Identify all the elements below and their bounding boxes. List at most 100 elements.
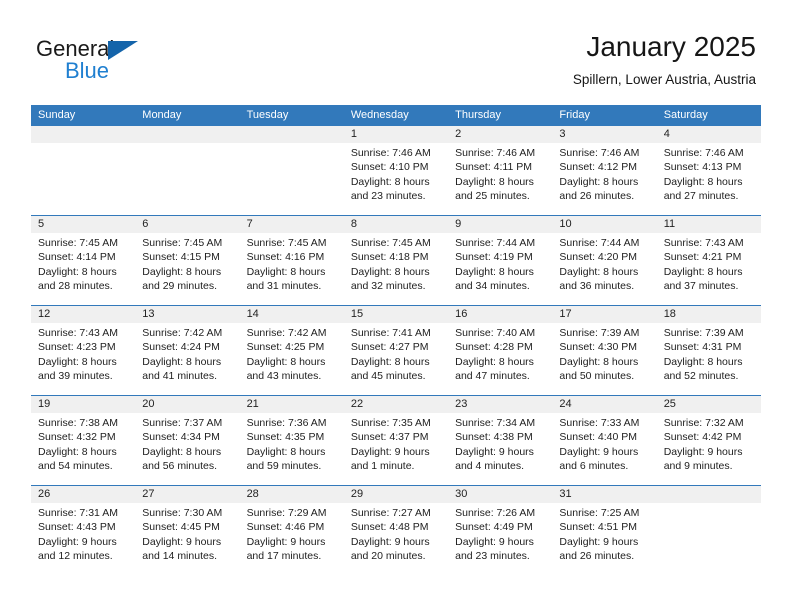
sunset-text: Sunset: 4:11 PM [455,161,532,174]
day-info: Sunrise: 7:46 AM Sunset: 4:10 PM Dayligh… [344,143,448,204]
day-cell[interactable]: 25 Sunrise: 7:32 AM Sunset: 4:42 PM Dayl… [656,396,761,485]
day-info: Sunrise: 7:46 AM Sunset: 4:12 PM Dayligh… [552,143,656,204]
daylight-text-line2: and 14 minutes. [142,550,217,563]
daylight-text-line2: and 36 minutes. [559,280,635,293]
sunrise-text: Sunrise: 7:43 AM [663,237,744,249]
daylight-text-line2: and 52 minutes. [663,370,739,383]
day-cell[interactable]: 14 Sunrise: 7:42 AM Sunset: 4:25 PM Dayl… [239,306,344,395]
sunset-text: Sunset: 4:19 PM [455,251,533,264]
day-cell[interactable]: 17 Sunrise: 7:39 AM Sunset: 4:30 PM Dayl… [552,306,657,395]
day-cell[interactable]: 24 Sunrise: 7:33 AM Sunset: 4:40 PM Dayl… [552,396,657,485]
daylight-text-line2: and 25 minutes. [455,190,530,203]
day-number: 26 [31,486,136,503]
sunrise-text: Sunrise: 7:29 AM [246,507,327,519]
day-cell[interactable]: 22 Sunrise: 7:35 AM Sunset: 4:37 PM Dayl… [343,396,449,485]
day-cell[interactable]: 9 Sunrise: 7:44 AM Sunset: 4:19 PM Dayli… [448,216,553,305]
weekday-header-friday: Friday [559,109,590,121]
sunset-text: Sunset: 4:27 PM [350,341,429,354]
daylight-text-line2: and 47 minutes. [455,370,530,383]
day-cell[interactable]: 31 Sunrise: 7:25 AM Sunset: 4:51 PM Dayl… [552,486,657,575]
day-cell[interactable]: 23 Sunrise: 7:34 AM Sunset: 4:38 PM Dayl… [448,396,553,485]
sunset-text: Sunset: 4:45 PM [142,521,220,534]
day-number: 24 [552,396,657,413]
day-cell[interactable]: 4 Sunrise: 7:46 AM Sunset: 4:13 PM Dayli… [656,126,761,215]
day-cell[interactable]: 20 Sunrise: 7:37 AM Sunset: 4:34 PM Dayl… [135,396,240,485]
day-cell[interactable]: 3 Sunrise: 7:46 AM Sunset: 4:12 PM Dayli… [552,126,657,215]
sunrise-text: Sunrise: 7:25 AM [559,507,640,519]
location-subtitle: Spillern, Lower Austria, Austria [572,72,756,87]
daylight-text-line1: Daylight: 8 hours [142,265,222,278]
day-cell[interactable] [31,126,136,215]
daylight-text-line1: Daylight: 8 hours [142,355,222,368]
sunset-text: Sunset: 4:42 PM [663,431,742,444]
day-number [31,126,136,143]
daylight-text-line1: Daylight: 8 hours [455,175,534,188]
sunset-text: Sunset: 4:14 PM [38,251,116,264]
sunset-text: Sunset: 4:37 PM [350,431,429,444]
day-number: 5 [31,216,136,233]
day-cell[interactable]: 13 Sunrise: 7:42 AM Sunset: 4:24 PM Dayl… [135,306,240,395]
day-info: Sunrise: 7:39 AM Sunset: 4:31 PM Dayligh… [657,323,761,384]
daylight-text-line1: Daylight: 8 hours [142,445,222,458]
daylight-text-line2: and 27 minutes. [663,190,739,203]
page-title: January 2025 [586,31,756,62]
sunrise-text: Sunrise: 7:38 AM [38,417,118,429]
day-cell[interactable]: 19 Sunrise: 7:38 AM Sunset: 4:32 PM Dayl… [31,396,136,485]
day-cell[interactable] [239,126,344,215]
sunset-text: Sunset: 4:35 PM [246,431,325,444]
daylight-text-line1: Daylight: 8 hours [38,445,117,458]
sunset-text: Sunset: 4:43 PM [38,521,116,534]
calendar-page: General Blue January 2025 Spillern, Lowe… [0,0,792,612]
day-info: Sunrise: 7:45 AM Sunset: 4:15 PM Dayligh… [135,233,239,294]
day-number: 14 [239,306,344,323]
day-cell[interactable]: 15 Sunrise: 7:41 AM Sunset: 4:27 PM Dayl… [343,306,449,395]
day-number: 29 [343,486,449,503]
day-cell[interactable]: 29 Sunrise: 7:27 AM Sunset: 4:48 PM Dayl… [343,486,449,575]
daylight-text-line1: Daylight: 9 hours [246,535,326,548]
sunrise-text: Sunrise: 7:44 AM [559,237,640,249]
day-info: Sunrise: 7:33 AM Sunset: 4:40 PM Dayligh… [552,413,656,474]
day-info: Sunrise: 7:44 AM Sunset: 4:20 PM Dayligh… [552,233,656,294]
day-number: 15 [343,306,449,323]
day-cell[interactable]: 16 Sunrise: 7:40 AM Sunset: 4:28 PM Dayl… [448,306,553,395]
sunrise-text: Sunrise: 7:45 AM [246,237,327,249]
sunset-text: Sunset: 4:51 PM [559,521,638,534]
day-number: 8 [343,216,449,233]
day-info [31,143,135,146]
sunset-text: Sunset: 4:48 PM [350,521,429,534]
day-cell[interactable] [135,126,240,215]
day-info: Sunrise: 7:41 AM Sunset: 4:27 PM Dayligh… [344,323,448,384]
day-cell[interactable]: 11 Sunrise: 7:43 AM Sunset: 4:21 PM Dayl… [656,216,761,305]
day-cell[interactable]: 28 Sunrise: 7:29 AM Sunset: 4:46 PM Dayl… [239,486,344,575]
daylight-text-line1: Daylight: 8 hours [350,355,430,368]
daylight-text-line2: and 20 minutes. [350,550,426,563]
day-cell[interactable]: 6 Sunrise: 7:45 AM Sunset: 4:15 PM Dayli… [135,216,240,305]
day-cell[interactable]: 26 Sunrise: 7:31 AM Sunset: 4:43 PM Dayl… [31,486,136,575]
title-block: January 2025 Spillern, Lower Austria, Au… [573,30,756,90]
daylight-text-line2: and 17 minutes. [246,550,322,563]
day-cell[interactable]: 12 Sunrise: 7:43 AM Sunset: 4:23 PM Dayl… [31,306,136,395]
daylight-text-line1: Daylight: 9 hours [455,535,534,548]
day-cell[interactable]: 27 Sunrise: 7:30 AM Sunset: 4:45 PM Dayl… [135,486,240,575]
day-cell[interactable]: 30 Sunrise: 7:26 AM Sunset: 4:49 PM Dayl… [448,486,553,575]
general-blue-logo[interactable]: General Blue [36,36,226,88]
weekday-header-monday: Monday [142,109,182,121]
day-cell[interactable]: 8 Sunrise: 7:45 AM Sunset: 4:18 PM Dayli… [343,216,449,305]
day-cell[interactable]: 5 Sunrise: 7:45 AM Sunset: 4:14 PM Dayli… [31,216,136,305]
day-cell[interactable] [656,486,761,575]
day-cell[interactable]: 18 Sunrise: 7:39 AM Sunset: 4:31 PM Dayl… [656,306,761,395]
day-info [240,143,344,146]
daylight-text-line2: and 37 minutes. [663,280,739,293]
day-cell[interactable]: 7 Sunrise: 7:45 AM Sunset: 4:16 PM Dayli… [239,216,344,305]
daylight-text-line1: Daylight: 8 hours [350,265,430,278]
sunrise-text: Sunrise: 7:35 AM [350,417,431,429]
day-cell[interactable]: 1 Sunrise: 7:46 AM Sunset: 4:10 PM Dayli… [343,126,449,215]
sunrise-text: Sunrise: 7:41 AM [350,327,431,339]
day-cell[interactable]: 21 Sunrise: 7:36 AM Sunset: 4:35 PM Dayl… [239,396,344,485]
daylight-text-line1: Daylight: 9 hours [38,535,117,548]
day-cell[interactable]: 10 Sunrise: 7:44 AM Sunset: 4:20 PM Dayl… [552,216,657,305]
sunrise-text: Sunrise: 7:44 AM [455,237,536,249]
day-cell[interactable]: 2 Sunrise: 7:46 AM Sunset: 4:11 PM Dayli… [448,126,553,215]
day-number: 27 [135,486,240,503]
day-info: Sunrise: 7:45 AM Sunset: 4:14 PM Dayligh… [31,233,135,294]
